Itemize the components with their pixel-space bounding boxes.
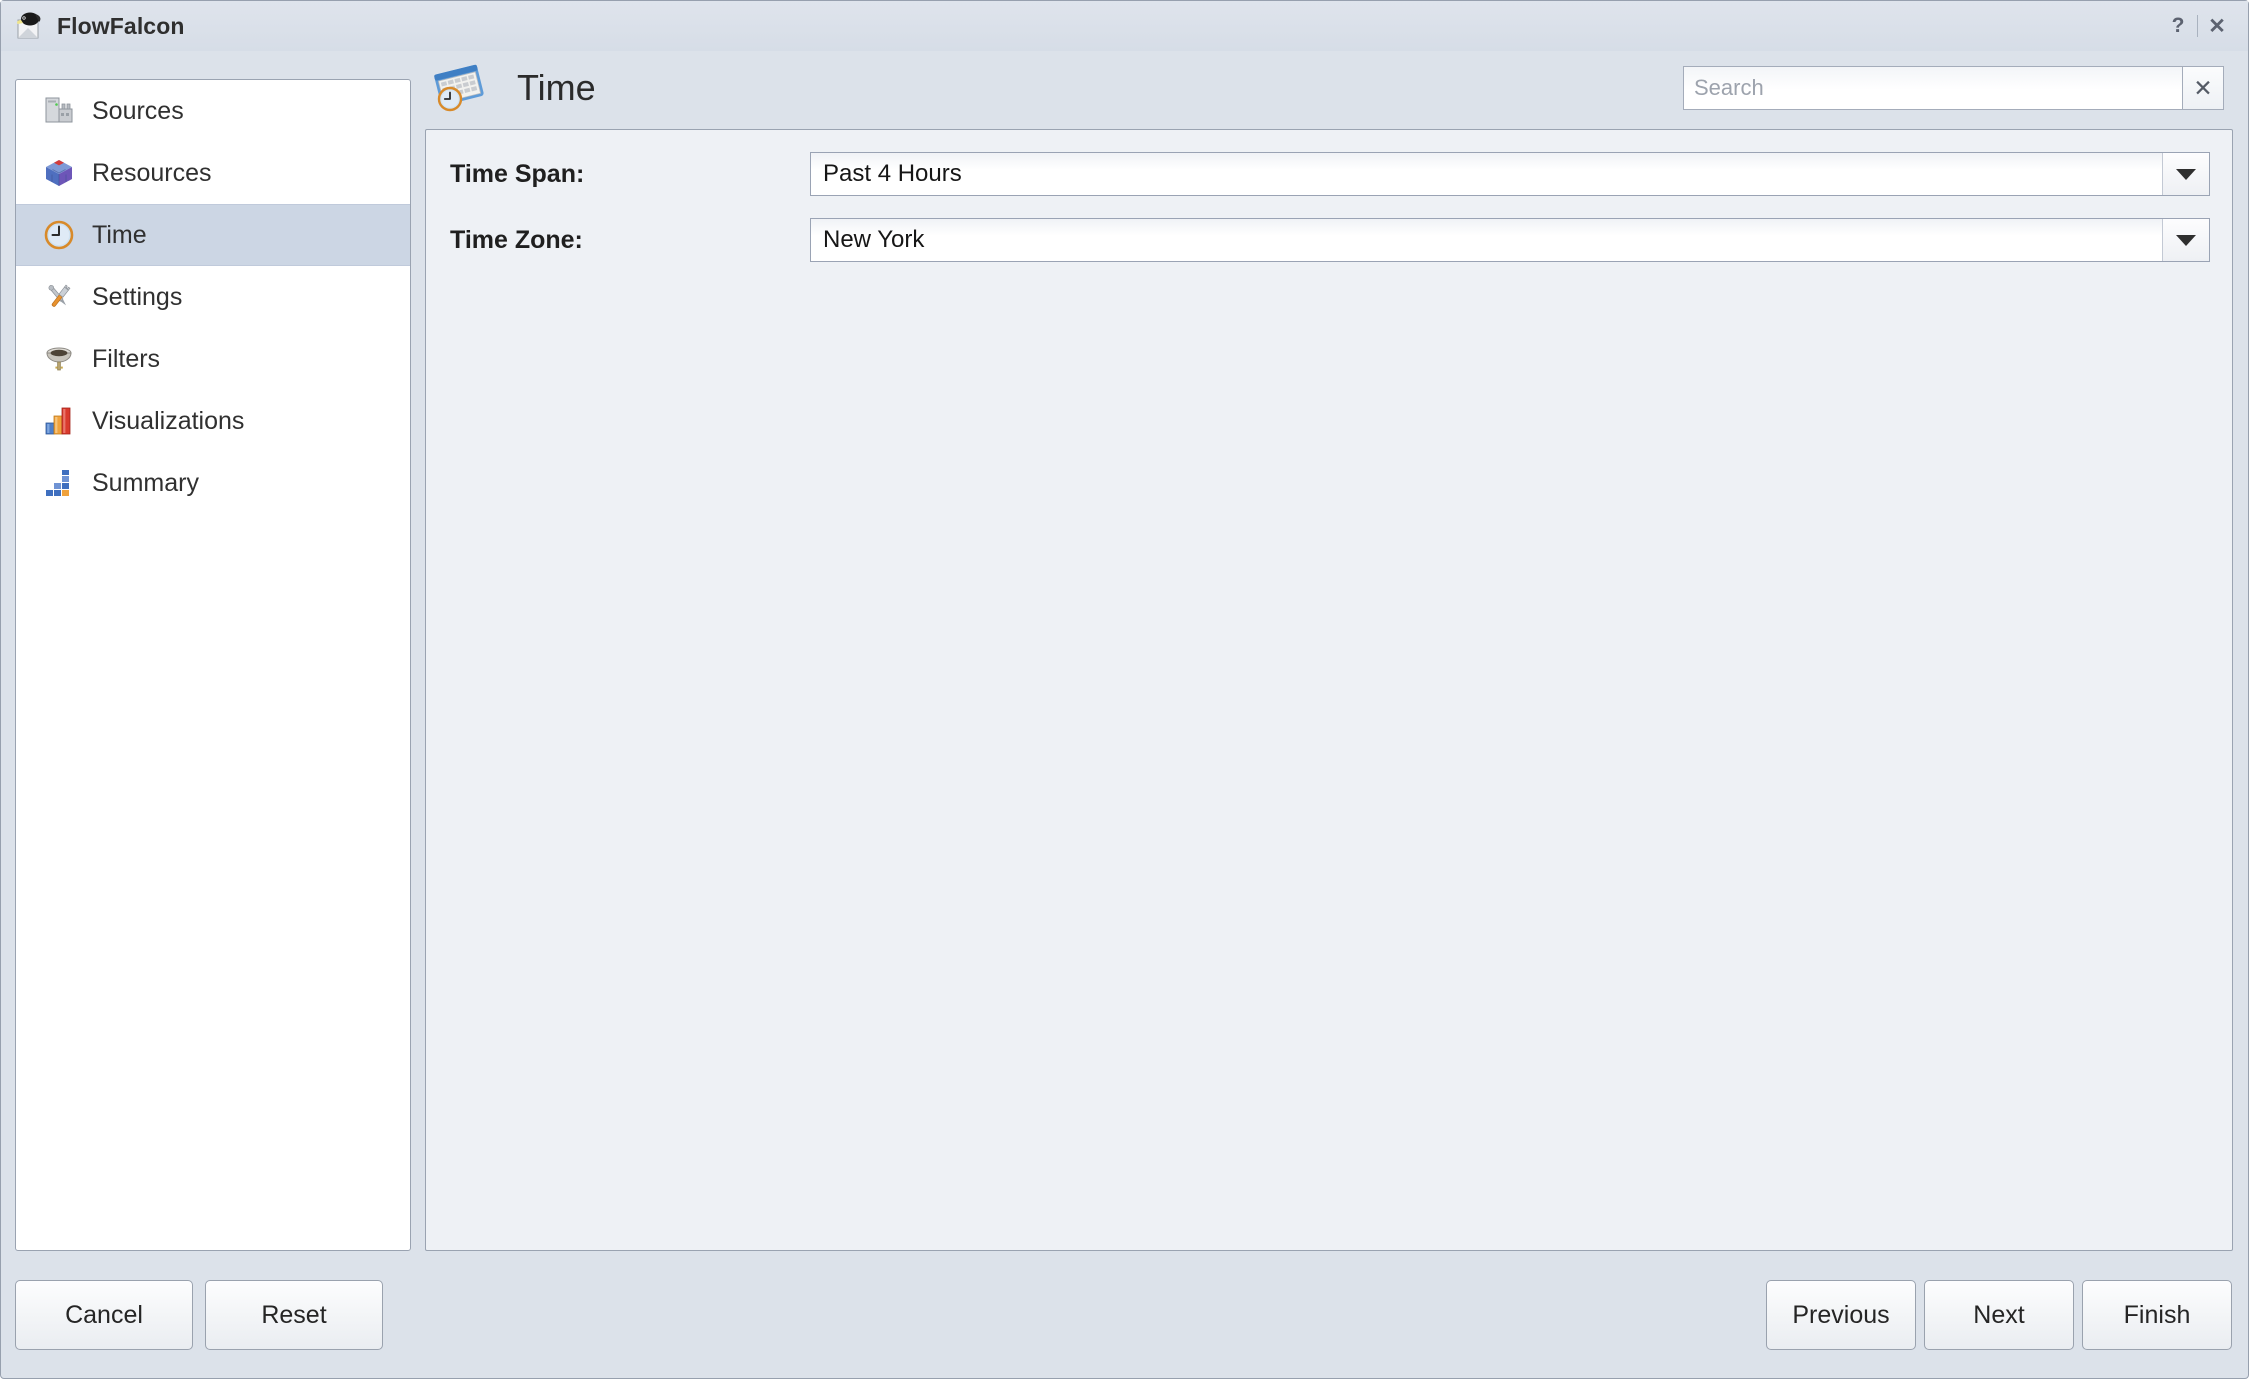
funnel-icon bbox=[42, 342, 76, 376]
app-title: FlowFalcon bbox=[57, 12, 185, 39]
falcon-icon bbox=[15, 11, 45, 41]
time-span-row: Time Span: Past 4 Hours bbox=[426, 152, 2232, 196]
finish-button[interactable]: Finish bbox=[2082, 1280, 2232, 1350]
window-controls: ? ✕ bbox=[2163, 11, 2232, 41]
tools-icon bbox=[42, 280, 76, 314]
sidebar-item-label: Visualizations bbox=[92, 406, 245, 435]
clock-icon bbox=[42, 218, 76, 252]
sidebar-item-label: Settings bbox=[92, 282, 183, 311]
time-span-label: Time Span: bbox=[450, 159, 585, 188]
page-header: Time ✕ bbox=[429, 49, 2229, 127]
close-icon[interactable]: ✕ bbox=[2202, 11, 2232, 41]
content-panel: Time Span: Past 4 Hours Time Zone: New Y… bbox=[425, 129, 2233, 1251]
cancel-button[interactable]: Cancel bbox=[15, 1280, 193, 1350]
time-zone-label: Time Zone: bbox=[450, 225, 583, 254]
search-box: ✕ bbox=[1683, 66, 2224, 110]
sidebar-item-visualizations[interactable]: Visualizations bbox=[16, 390, 410, 452]
next-button[interactable]: Next bbox=[1924, 1280, 2074, 1350]
time-zone-value: New York bbox=[823, 226, 925, 253]
sidebar-item-summary[interactable]: Summary bbox=[16, 452, 410, 514]
blocks-icon bbox=[42, 466, 76, 500]
time-zone-select[interactable]: New York bbox=[810, 218, 2210, 262]
sidebar-item-time[interactable]: Time bbox=[16, 204, 410, 266]
sidebar-item-label: Time bbox=[92, 220, 147, 249]
sidebar-item-filters[interactable]: Filters bbox=[16, 328, 410, 390]
reset-button[interactable]: Reset bbox=[205, 1280, 383, 1350]
footer-right-buttons: Previous Next Finish bbox=[1766, 1280, 2232, 1350]
sidebar-item-resources[interactable]: Resources bbox=[16, 142, 410, 204]
calendar-clock-icon bbox=[431, 59, 489, 117]
title-bar: FlowFalcon ? ✕ bbox=[1, 1, 2248, 51]
sidebar-item-settings[interactable]: Settings bbox=[16, 266, 410, 328]
time-zone-row: Time Zone: New York bbox=[426, 218, 2232, 262]
sidebar-item-label: Summary bbox=[92, 468, 199, 497]
chevron-down-icon[interactable] bbox=[2162, 219, 2209, 261]
search-input[interactable] bbox=[1683, 66, 2183, 110]
sidebar-item-sources[interactable]: Sources bbox=[16, 80, 410, 142]
sidebar-item-label: Resources bbox=[92, 158, 212, 187]
cube-icon bbox=[42, 156, 76, 190]
chevron-down-icon[interactable] bbox=[2162, 153, 2209, 195]
control-separator bbox=[2197, 15, 2198, 37]
previous-button[interactable]: Previous bbox=[1766, 1280, 1916, 1350]
sidebar-item-label: Filters bbox=[92, 344, 161, 373]
app-window: FlowFalcon ? ✕ Sources Resources Time Se… bbox=[0, 0, 2249, 1379]
server-icon bbox=[42, 94, 76, 128]
time-span-select[interactable]: Past 4 Hours bbox=[810, 152, 2210, 196]
sidebar: Sources Resources Time Settings Filters … bbox=[15, 79, 411, 1251]
search-clear-icon[interactable]: ✕ bbox=[2183, 66, 2224, 110]
page-title: Time bbox=[517, 67, 596, 108]
bar-chart-icon bbox=[42, 404, 76, 438]
time-span-value: Past 4 Hours bbox=[823, 160, 962, 187]
sidebar-item-label: Sources bbox=[92, 96, 184, 125]
footer-left-buttons: Cancel Reset bbox=[15, 1280, 383, 1350]
help-icon[interactable]: ? bbox=[2163, 11, 2193, 41]
